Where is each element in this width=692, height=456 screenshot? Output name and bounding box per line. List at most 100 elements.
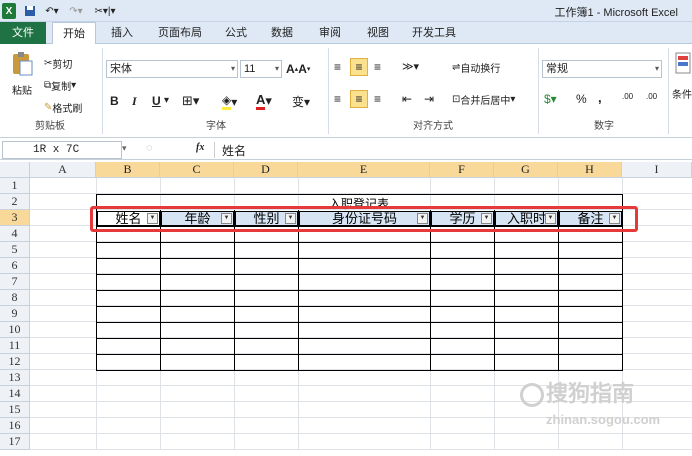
filter-dropdown-icon[interactable]: ▼	[481, 213, 492, 224]
row-header-9[interactable]: 9	[0, 306, 30, 322]
copy-button[interactable]: ⧉ 复制 ▾	[44, 78, 76, 93]
name-box-dropdown-icon[interactable]: ▾	[122, 143, 127, 154]
align-middle-icon[interactable]: ≡	[350, 58, 368, 76]
row-header-1[interactable]: 1	[0, 178, 30, 194]
column-header-d[interactable]: D	[234, 162, 298, 178]
row-header-12[interactable]: 12	[0, 354, 30, 370]
increase-decimal-button[interactable]: .00	[622, 92, 633, 101]
redo-icon[interactable]: ↷▾	[66, 3, 86, 19]
format-painter-button[interactable]: ✎ 格式刷	[44, 100, 82, 115]
font-name-value: 宋体	[110, 63, 132, 75]
tab-developer[interactable]: 开发工具	[404, 22, 464, 44]
filter-dropdown-icon[interactable]: ▼	[285, 213, 296, 224]
column-header-a[interactable]: A	[30, 162, 96, 178]
row-header-3[interactable]: 3	[0, 210, 30, 226]
table-title[interactable]: 入职登记表	[96, 195, 622, 210]
underline-button[interactable]: U	[152, 94, 161, 108]
row-header-5[interactable]: 5	[0, 242, 30, 258]
row-header-11[interactable]: 11	[0, 338, 30, 354]
column-header-f[interactable]: F	[430, 162, 494, 178]
row-header-7[interactable]: 7	[0, 274, 30, 290]
merge-center-button[interactable]: ⊡ 合并后居中 ▾	[452, 92, 515, 107]
tab-home[interactable]: 开始	[52, 22, 96, 45]
tab-file[interactable]: 文件	[0, 22, 46, 44]
column-header-g[interactable]: G	[494, 162, 558, 178]
tab-data[interactable]: 数据	[262, 22, 302, 44]
underline-dropdown-icon[interactable]: ▾	[164, 95, 169, 106]
comma-button[interactable]: ,	[598, 90, 602, 105]
row-header-15[interactable]: 15	[0, 402, 30, 418]
row-header-10[interactable]: 10	[0, 322, 30, 338]
align-top-icon[interactable]: ≡	[334, 60, 341, 74]
row-header-17[interactable]: 17	[0, 434, 30, 450]
filter-dropdown-icon[interactable]: ▼	[545, 213, 556, 224]
row-header-2[interactable]: 2	[0, 194, 30, 210]
column-header-h[interactable]: H	[558, 162, 622, 178]
separator	[538, 48, 539, 134]
insert-function-button[interactable]: fx	[196, 142, 204, 153]
paste-button[interactable]: 粘贴	[8, 82, 36, 97]
decrease-indent-icon[interactable]: ⇤	[402, 92, 412, 106]
customize-qat-icon[interactable]: ✂▾|▾	[92, 3, 118, 19]
undo-icon[interactable]: ↶▾	[42, 3, 62, 19]
formula-circle-icon[interactable]: ◌	[146, 142, 153, 154]
conditional-format-icon[interactable]	[674, 50, 692, 76]
header-cell[interactable]: 年龄 ▼	[161, 211, 234, 226]
filter-dropdown-icon[interactable]: ▼	[417, 213, 428, 224]
tab-page-layout[interactable]: 页面布局	[150, 22, 210, 44]
column-header-b[interactable]: B	[96, 162, 160, 178]
paste-icon[interactable]	[8, 50, 36, 78]
name-box[interactable]: 1R x 7C	[2, 141, 122, 159]
bold-button[interactable]: B	[110, 94, 119, 108]
filter-dropdown-icon[interactable]: ▼	[221, 213, 232, 224]
header-cell[interactable]: 入职时 ▼	[495, 211, 558, 226]
row-header-13[interactable]: 13	[0, 370, 30, 386]
excel-app-icon[interactable]: X	[2, 3, 16, 19]
decrease-decimal-icon[interactable]: .00	[646, 92, 657, 101]
column-header-c[interactable]: C	[160, 162, 234, 178]
tab-formulas[interactable]: 公式	[218, 22, 254, 44]
filter-dropdown-icon[interactable]: ▼	[147, 213, 158, 224]
filter-dropdown-icon[interactable]: ▼	[609, 213, 620, 224]
tab-insert[interactable]: 插入	[102, 22, 142, 44]
row-header-4[interactable]: 4	[0, 226, 30, 242]
column-header-i[interactable]: I	[622, 162, 692, 178]
select-all-corner[interactable]	[0, 162, 30, 178]
row-header-16[interactable]: 16	[0, 418, 30, 434]
orientation-icon[interactable]: ≫▾	[402, 60, 419, 73]
grow-font-icon[interactable]: A ▴ A ▾	[286, 62, 310, 76]
align-bottom-icon[interactable]: ≡	[374, 60, 381, 74]
phonetic-icon[interactable]: 变▾	[292, 93, 310, 110]
save-icon[interactable]	[22, 3, 38, 19]
conditional-format-label[interactable]: 条件	[672, 86, 692, 101]
header-cell[interactable]: 备注 ▼	[559, 211, 622, 226]
fill-color-icon[interactable]: ◈ ▾	[222, 93, 237, 110]
align-center-icon[interactable]: ≡	[350, 90, 368, 108]
header-cell[interactable]: 身份证号码 ▼	[299, 211, 430, 226]
tab-view[interactable]: 视图	[358, 22, 398, 44]
formula-input[interactable]: 姓名	[222, 142, 246, 159]
currency-icon[interactable]: $▾	[544, 92, 557, 106]
header-cell[interactable]: 姓名 ▼	[97, 211, 160, 226]
font-name-select[interactable]: 宋体 ▾	[106, 60, 238, 78]
cut-button[interactable]: ✂ 剪切	[44, 56, 72, 71]
align-left-icon[interactable]: ≡	[334, 92, 341, 106]
borders-icon[interactable]: ⊞▾	[182, 93, 199, 109]
italic-button[interactable]: I	[132, 94, 137, 109]
table-border	[96, 354, 622, 355]
row-header-14[interactable]: 14	[0, 386, 30, 402]
wrap-text-button[interactable]: ⇌ 自动换行	[452, 60, 500, 75]
row-header-6[interactable]: 6	[0, 258, 30, 274]
font-size-select[interactable]: 11 ▾	[240, 60, 282, 78]
number-format-select[interactable]: 常规 ▾	[542, 60, 662, 78]
align-right-icon[interactable]: ≡	[374, 92, 381, 106]
increase-indent-icon[interactable]: ⇥	[424, 92, 434, 106]
tab-review[interactable]: 审阅	[310, 22, 350, 44]
column-header-e[interactable]: E	[298, 162, 430, 178]
row-header-8[interactable]: 8	[0, 290, 30, 306]
header-cell[interactable]: 学历 ▼	[431, 211, 494, 226]
font-color-icon[interactable]: A ▾	[256, 92, 272, 110]
table-border	[622, 194, 623, 371]
header-cell[interactable]: 性别 ▼	[235, 211, 298, 226]
percent-button[interactable]: %	[576, 92, 587, 106]
